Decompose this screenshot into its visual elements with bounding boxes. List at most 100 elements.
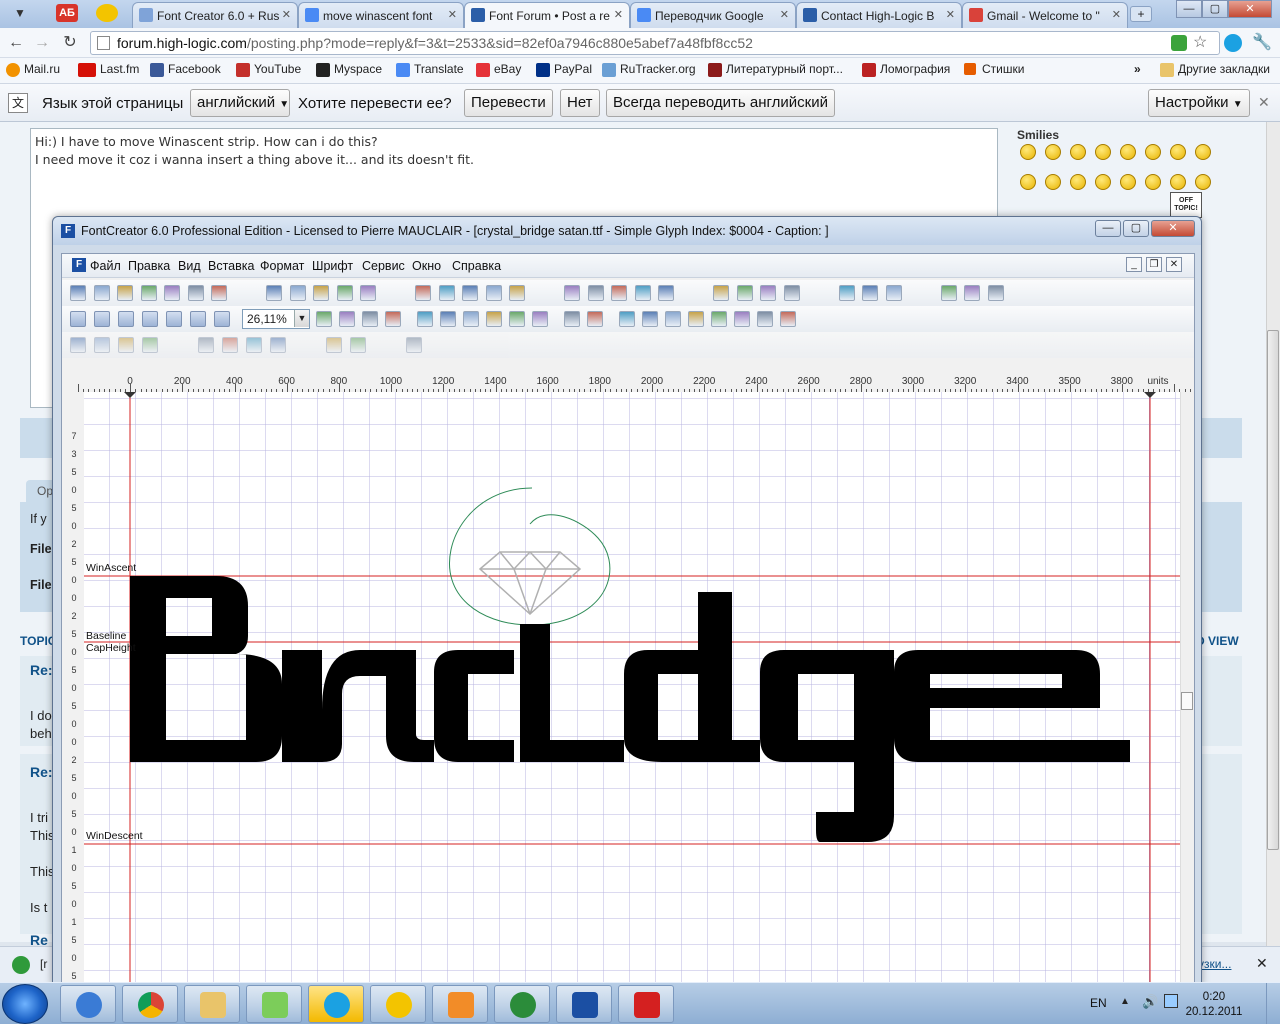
toolbar-button-icon[interactable] [838, 285, 855, 301]
bookmark-rutracker[interactable]: RuTracker.org [602, 62, 696, 77]
extension-ab-icon[interactable]: АБ [56, 4, 78, 22]
show-desktop-button[interactable] [1266, 983, 1280, 1024]
bookmark-lastfm[interactable]: Last.fm [78, 62, 139, 77]
smiley-icon[interactable] [1045, 144, 1061, 160]
off-topic-sticker[interactable]: OFF TOPIC! [1170, 192, 1202, 218]
bookmark-translate[interactable]: Translate [396, 62, 464, 77]
toolbar-button-icon[interactable] [326, 337, 342, 353]
close-tab-icon[interactable]: ✕ [448, 8, 457, 21]
toolbar-button-icon[interactable] [222, 337, 238, 353]
tab-move-winascent[interactable]: move winascent font ✕ [298, 2, 464, 28]
smiley-icon[interactable] [1020, 174, 1036, 190]
volume-icon[interactable]: 🔊 [1142, 994, 1158, 1010]
extension-green-icon[interactable] [1171, 35, 1187, 51]
tool-icon[interactable] [619, 311, 635, 327]
always-translate-button[interactable]: Всегда переводить английский [606, 89, 835, 117]
toolbar-button-icon[interactable] [634, 285, 651, 301]
toolbar-button-icon[interactable] [760, 285, 776, 301]
menu-file[interactable]: Файл [90, 259, 121, 273]
toolbar-button-icon[interactable] [70, 337, 86, 353]
tool-icon[interactable] [734, 311, 750, 327]
smiley-icon[interactable] [1195, 174, 1211, 190]
translate-settings-button[interactable]: Настройки ▼ [1148, 89, 1250, 117]
language-select[interactable]: английский ▼ [190, 89, 290, 117]
mdi-minimize-button[interactable]: _ [1126, 257, 1142, 272]
tool-icon[interactable] [532, 311, 548, 327]
bookmark-paypal[interactable]: PayPal [536, 62, 592, 77]
taskbar-fontcreator[interactable] [556, 985, 612, 1023]
smiley-icon[interactable] [1170, 174, 1186, 190]
tool-icon[interactable] [757, 311, 773, 327]
smiley-icon[interactable] [1120, 174, 1136, 190]
menu-view[interactable]: Вид [178, 259, 201, 273]
tool-icon[interactable] [214, 311, 230, 327]
page-scrollbar-thumb[interactable] [1267, 330, 1279, 850]
toolbar-button-icon[interactable] [93, 285, 110, 301]
tool-icon[interactable] [665, 311, 681, 327]
no-button[interactable]: Нет [560, 89, 600, 117]
tab-contact-high-logic[interactable]: Contact High-Logic B ✕ [796, 2, 962, 28]
menu-edit[interactable]: Правка [128, 259, 170, 273]
tab-font-creator-rus[interactable]: Font Creator 6.0 + Rus ✕ [132, 2, 298, 28]
toolbar-button-icon[interactable] [117, 285, 133, 301]
bookmarks-overflow-button[interactable]: » [1134, 62, 1141, 76]
toolbar-button-icon[interactable] [360, 285, 376, 301]
tab-gmail[interactable]: Gmail - Welcome to " ✕ [962, 2, 1128, 28]
tool-icon[interactable] [780, 311, 796, 327]
start-button[interactable] [2, 984, 48, 1024]
toolbar-button-icon[interactable] [713, 285, 729, 301]
toolbar-button-icon[interactable] [462, 285, 478, 301]
toolbar-button-icon[interactable] [611, 285, 627, 301]
glyph-canvas-svg[interactable] [84, 392, 1180, 988]
toolbar-button-icon[interactable] [94, 337, 110, 353]
clock[interactable]: 0:20 20.12.2011 [1184, 990, 1244, 1020]
tab-font-forum[interactable]: Font Forum • Post a re ✕ [464, 2, 630, 28]
back-arrow-icon[interactable]: ← [6, 33, 26, 53]
toolbar-button-icon[interactable] [885, 285, 902, 301]
skype-extension-icon[interactable] [1224, 34, 1242, 52]
fc-close-button[interactable]: ✕ [1151, 220, 1195, 237]
bookmark-myspace[interactable]: Myspace [316, 62, 382, 77]
toolbar-button-icon[interactable] [940, 285, 957, 301]
browser-maximize-button[interactable]: ▢ [1202, 0, 1228, 18]
toolbar-button-icon[interactable] [246, 337, 262, 353]
toolbar-button-icon[interactable] [336, 285, 353, 301]
menu-insert[interactable]: Вставка [208, 259, 254, 273]
tool-icon[interactable] [339, 311, 355, 327]
smiley-icon[interactable] [1145, 174, 1161, 190]
fontcreator-titlebar[interactable]: F FontCreator 6.0 Professional Edition -… [53, 217, 1201, 245]
bookmark-star-icon[interactable]: ☆ [1193, 32, 1207, 54]
toolbar-button-icon[interactable] [70, 285, 86, 301]
smiley-icon[interactable] [1095, 174, 1111, 190]
tool-icon[interactable] [440, 311, 456, 327]
tool-icon[interactable] [486, 311, 502, 327]
smiley-icon[interactable] [1020, 144, 1036, 160]
smiley-icon[interactable] [1070, 174, 1086, 190]
taskbar-utorrent[interactable] [494, 985, 550, 1023]
tool-icon[interactable] [166, 311, 182, 327]
bookmark-youtube[interactable]: YouTube [236, 62, 301, 77]
close-tab-icon[interactable]: ✕ [1112, 8, 1121, 21]
close-tab-icon[interactable]: ✕ [614, 8, 623, 21]
other-bookmarks-folder[interactable]: Другие закладки [1160, 62, 1270, 77]
toolbar-button-icon[interactable] [142, 337, 158, 353]
tool-icon[interactable] [362, 311, 378, 327]
toolbar-button-icon[interactable] [964, 285, 980, 301]
extension-icon[interactable] [96, 4, 118, 22]
post-title[interactable]: Re: [30, 764, 53, 780]
mdi-close-button[interactable]: ✕ [1166, 257, 1182, 272]
network-icon[interactable] [1164, 994, 1178, 1008]
expand-view-link[interactable]: D VIEW [1196, 634, 1239, 648]
chrome-menu-icon[interactable]: ▼ [14, 6, 36, 20]
tool-icon[interactable] [385, 311, 401, 327]
tool-icon[interactable] [688, 311, 704, 327]
toolbar-button-icon[interactable] [266, 285, 282, 301]
menu-window[interactable]: Окно [412, 259, 441, 273]
canvas-vertical-scrollbar[interactable] [1180, 392, 1194, 988]
toolbar-button-icon[interactable] [406, 337, 422, 353]
tool-icon[interactable] [711, 311, 727, 327]
bookmark-stishki[interactable]: Стишки [964, 62, 1024, 76]
smiley-icon[interactable] [1195, 144, 1211, 160]
bookmark-lomography[interactable]: Ломография [862, 62, 950, 77]
close-tab-icon[interactable]: ✕ [946, 8, 955, 21]
